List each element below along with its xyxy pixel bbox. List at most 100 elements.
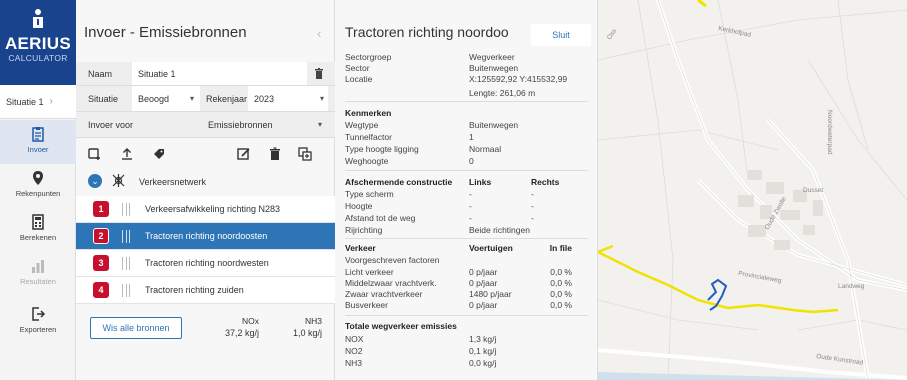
nav-item-berekenen[interactable]: Berekenen [0, 208, 76, 252]
detail-key: Afstand tot de weg [345, 213, 416, 223]
emission-name: NOx [242, 316, 259, 326]
drag-handle-icon[interactable] [122, 257, 130, 270]
road-network-icon [112, 174, 125, 187]
source-group-header[interactable]: ⌄ Verkeersnetwerk [76, 170, 335, 194]
detail-value: - [531, 189, 534, 199]
detail-value: 0,0 % [550, 289, 572, 299]
detail-key: Voorgeschreven factoren [345, 255, 440, 265]
delete-icon[interactable] [268, 147, 282, 161]
source-toolbar [76, 140, 335, 168]
trash-icon[interactable] [314, 68, 324, 79]
detail-value: Buitenwegen [469, 63, 519, 73]
collapse-chevron-icon[interactable]: ‹ [317, 26, 321, 41]
invoer-row: Invoer voor Emissiebronnen ▾ [76, 112, 335, 138]
situation-nav[interactable]: Situatie 1 › [0, 85, 76, 119]
drag-handle-icon[interactable] [122, 284, 130, 297]
situation-row: Situatie Beoogd ▾ Rekenjaar 2023 ▾ [76, 86, 335, 112]
source-group-label: Verkeersnetwerk [139, 177, 207, 187]
nav-item-label: Invoer [27, 145, 49, 154]
emission-value: 37,2 kg/j [224, 328, 259, 338]
detail-key: Locatie [345, 74, 373, 84]
invoer-select[interactable]: Emissiebronnen ▾ [202, 112, 326, 137]
detail-key: NO2 [345, 346, 363, 356]
new-source-icon[interactable] [88, 147, 102, 161]
situation-label: Situatie [88, 93, 119, 104]
divider [345, 170, 588, 171]
detail-key: Zwaar vrachtverkeer [345, 289, 423, 299]
nav-item-rekenpunten[interactable]: Rekenpunten [0, 164, 76, 208]
source-row-selected[interactable]: 2 Tractoren richting noordoosten [76, 223, 335, 250]
detail-key: Rijrichting [345, 225, 383, 235]
source-row[interactable]: 3 Tractoren richting noordwesten [76, 250, 335, 277]
input-panel: Invoer - Emissiebronnen ‹ Naam Situatie … [76, 0, 335, 380]
source-row[interactable]: 4 Tractoren richting zuiden [76, 277, 335, 304]
upload-icon[interactable] [120, 147, 134, 161]
invoer-label: Invoer voor [88, 119, 134, 130]
drag-handle-icon[interactable] [122, 230, 130, 243]
detail-value: - [469, 201, 472, 211]
detail-value: 0 [469, 156, 474, 166]
detail-value: - [531, 213, 534, 223]
copy-icon[interactable] [298, 147, 312, 161]
source-label: Tractoren richting zuiden [145, 285, 244, 295]
divider [345, 315, 588, 316]
drag-handle-icon[interactable] [122, 203, 130, 216]
source-label: Tractoren richting noordwesten [145, 258, 269, 268]
source-number-badge: 2 [93, 228, 109, 244]
section-title: Totale wegverkeer emissies [345, 321, 457, 331]
main-nav: AERIUS CALCULATOR Situatie 1 › Invoer Re… [0, 0, 76, 380]
brand-name: AERIUS [4, 34, 72, 53]
detail-value: - [531, 201, 534, 211]
detail-key: Busverkeer [345, 300, 388, 310]
detail-value: 0 p/jaar [469, 300, 498, 310]
detail-key: NH3 [345, 358, 363, 368]
detail-key: Weghoogte [345, 156, 389, 166]
chart-icon [32, 260, 44, 273]
detail-value: 0 p/jaar [469, 278, 498, 288]
detail-key: Middelzwaar vrachtverk. [345, 278, 437, 288]
detail-value: 0,0 kg/j [469, 358, 497, 368]
detail-value: Beide richtingen [469, 225, 530, 235]
export-icon [32, 307, 46, 321]
nav-item-invoer[interactable]: Invoer [0, 120, 76, 164]
source-row[interactable]: 1 Verkeersafwikkeling richting N283 [76, 196, 335, 223]
calculator-icon [32, 214, 44, 230]
detail-value: 0 p/jaar [469, 267, 498, 277]
nav-item-resultaten[interactable]: Resultaten [0, 252, 76, 296]
detail-value: - [469, 213, 472, 223]
aerius-figure-icon [33, 9, 43, 28]
divider [345, 238, 588, 239]
source-number-badge: 4 [93, 282, 109, 298]
emission-value: 1,0 kg/j [292, 328, 322, 338]
source-detail-panel: Tractoren richting noordoo Sluit Sectorg… [335, 0, 598, 380]
name-row: Naam Situatie 1 [76, 62, 335, 86]
detail-key: Wegtype [345, 120, 379, 130]
chevron-down-icon: ▾ [319, 94, 324, 103]
year-label: Rekenjaar [206, 93, 248, 104]
situation-select[interactable]: Beoogd ▾ [132, 86, 200, 111]
nav-item-label: Berekenen [19, 233, 57, 242]
panel-title: Invoer - Emissiebronnen [84, 24, 247, 41]
detail-value: X:125592,92 Y:415532,99 [469, 74, 568, 84]
close-button[interactable]: Sluit [531, 24, 591, 46]
detail-value: 0,0 % [550, 278, 572, 288]
map-label: Landweg [838, 283, 865, 290]
section-title: Verkeer [345, 243, 376, 253]
clear-all-sources-button[interactable]: Wis alle bronnen [90, 317, 182, 339]
year-value: 2023 [254, 93, 275, 104]
detail-value: - [469, 189, 472, 199]
map-canvas[interactable]: Kerkhofpad Noordweterpad Dusset Oude Zwo… [598, 0, 907, 380]
chevron-right-icon: › [49, 96, 53, 107]
clipboard-icon [32, 127, 44, 142]
name-input[interactable]: Situatie 1 [132, 62, 307, 85]
detail-key: Tunnelfactor [345, 132, 392, 142]
year-select[interactable]: 2023 ▾ [248, 86, 328, 111]
map-view[interactable]: Kerkhofpad Noordweterpad Dusset Oude Zwo… [598, 0, 907, 380]
chevron-down-icon: ▾ [317, 120, 322, 129]
edit-icon[interactable] [237, 147, 251, 161]
chevron-down-circle-icon[interactable]: ⌄ [88, 174, 102, 188]
source-label: Verkeersafwikkeling richting N283 [145, 204, 281, 214]
tag-icon[interactable] [152, 147, 166, 161]
detail-value: 1480 p/jaar [469, 289, 512, 299]
nav-item-exporteren[interactable]: Exporteren [0, 300, 76, 344]
